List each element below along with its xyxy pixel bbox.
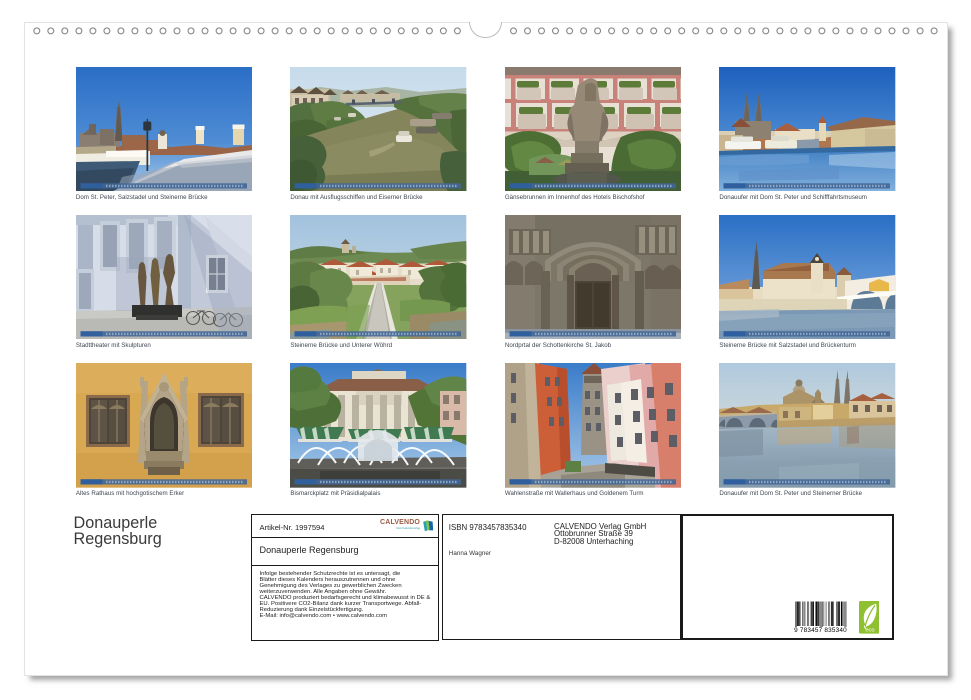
svg-text:eco: eco bbox=[865, 628, 874, 634]
